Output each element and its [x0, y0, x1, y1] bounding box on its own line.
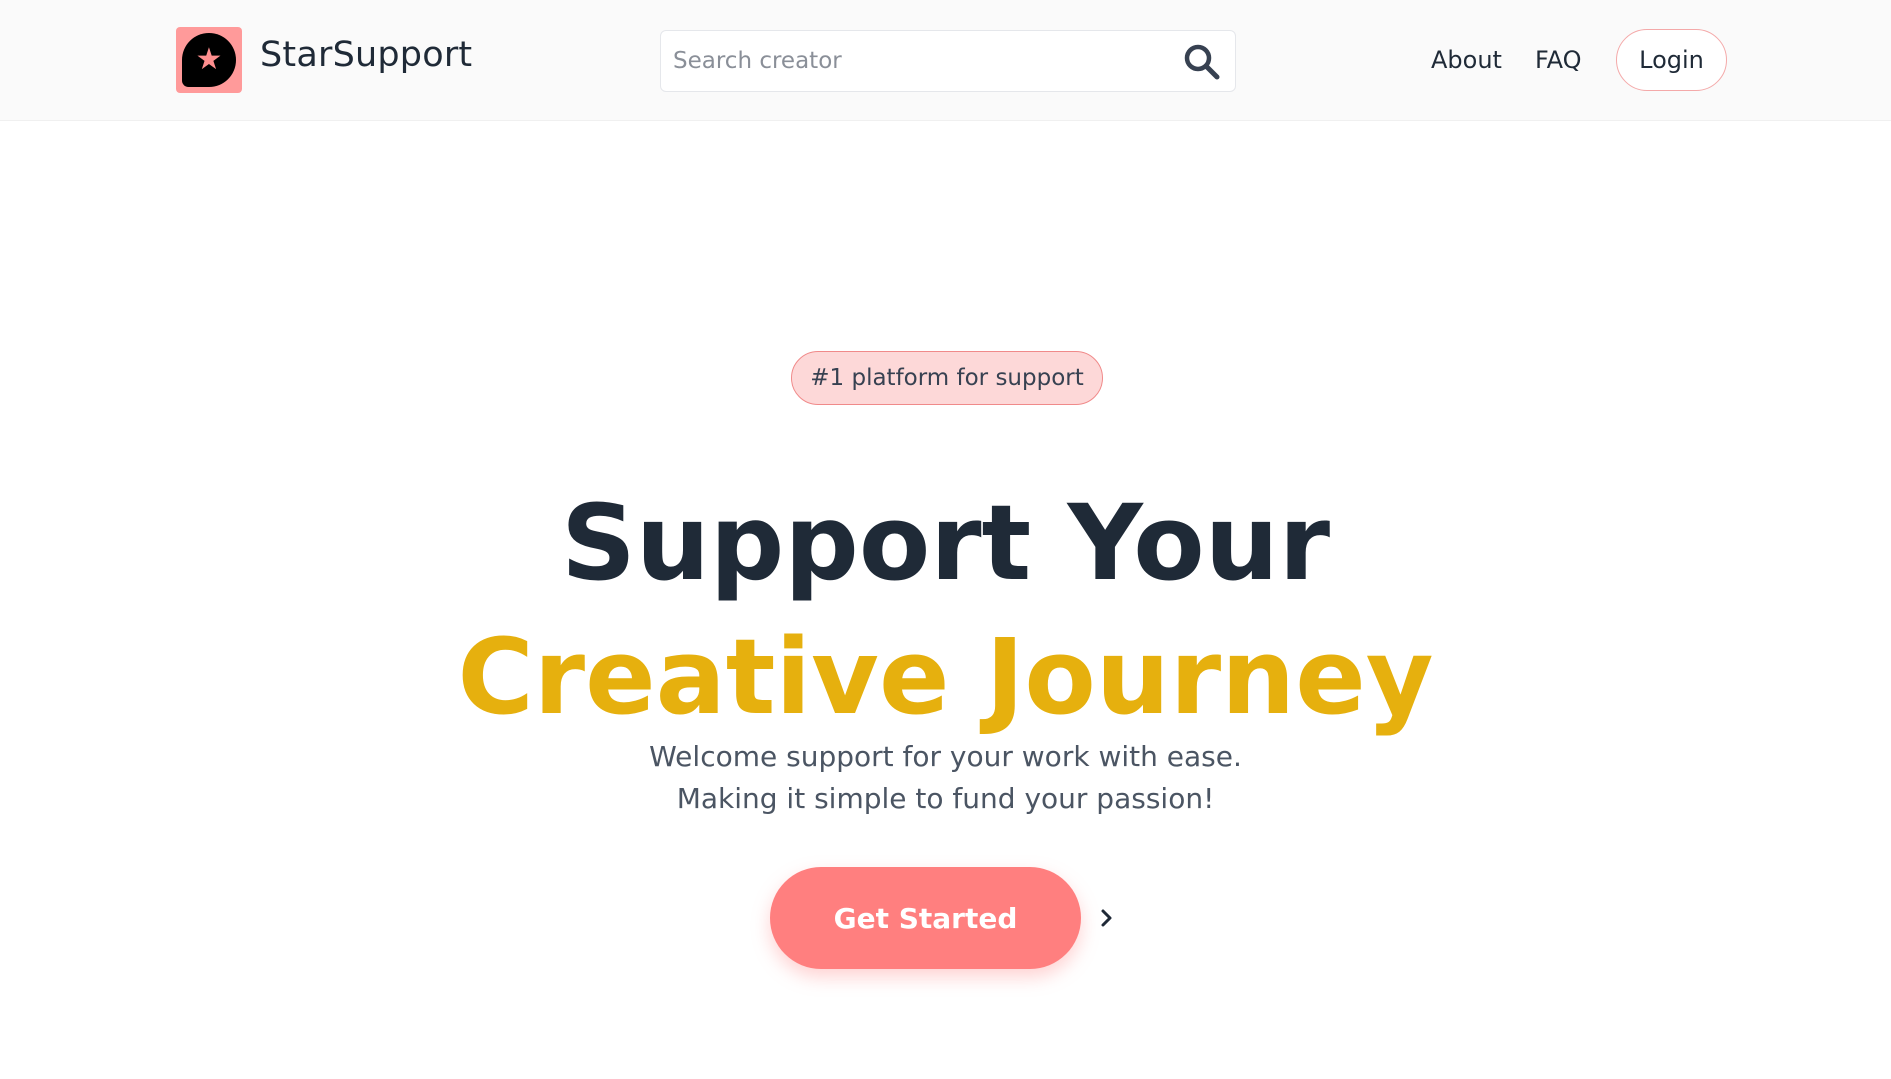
get-started-button[interactable]: Get Started — [770, 867, 1081, 969]
search-icon[interactable] — [1183, 43, 1221, 81]
chevron-right-icon[interactable] — [1095, 902, 1119, 934]
brand-name[interactable]: StarSupport — [260, 30, 472, 80]
top-navbar: ★ StarSupport About FAQ Login — [0, 0, 1891, 121]
login-button[interactable]: Login — [1616, 29, 1727, 91]
hero-headline-line1: Support Your — [560, 482, 1331, 604]
star-badge-icon: ★ — [182, 33, 236, 87]
brand-logo[interactable]: ★ — [176, 27, 242, 93]
hero-subtitle-line1: Welcome support for your work with ease. — [649, 740, 1242, 773]
hero-subtitle: Welcome support for your work with ease.… — [0, 736, 1891, 820]
star-glyph: ★ — [195, 42, 223, 77]
nav-faq-link[interactable]: FAQ — [1535, 40, 1582, 80]
hero-subtitle-line2: Making it simple to fund your passion! — [676, 782, 1215, 815]
platform-badge: #1 platform for support — [791, 351, 1103, 405]
hero-headline-line2: Creative Journey — [457, 616, 1434, 738]
search-bar — [660, 30, 1236, 92]
search-input[interactable] — [673, 31, 1163, 91]
nav-about-link[interactable]: About — [1431, 40, 1502, 80]
